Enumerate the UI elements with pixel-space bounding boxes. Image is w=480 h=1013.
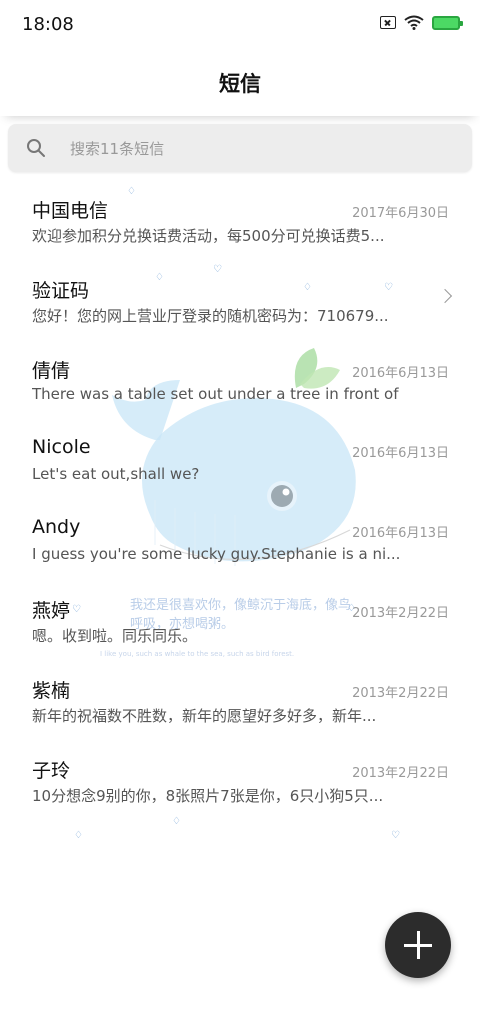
- message-date: 2013年2月22日: [352, 686, 449, 701]
- message-item[interactable]: 子玲 2013年2月22日 10分想念9别的你，8张照片7张是你，6只小狗5只.…: [0, 738, 480, 818]
- message-list: 中国电信 2017年6月30日 欢迎参加积分兑换话费活动，每500分可兑换话费5…: [0, 178, 480, 818]
- message-sender: 燕婷: [32, 600, 71, 622]
- message-date: 2013年2月22日: [352, 766, 449, 781]
- message-item[interactable]: 验证码 您好！您的网上营业厅登录的随机密码为：710679...: [0, 258, 480, 338]
- status-icons: [380, 15, 463, 30]
- message-sender: Andy: [32, 516, 81, 538]
- message-preview: 10分想念9别的你，8张照片7张是你，6只小狗5只...: [32, 787, 384, 805]
- message-preview: I guess you're some lucky guy.Stephanie …: [32, 545, 401, 563]
- message-preview: Let's eat out,shall we?: [32, 465, 200, 483]
- heart-doodle-icon: ♢: [74, 830, 83, 841]
- app-header: 短信: [0, 52, 480, 116]
- new-message-button[interactable]: [385, 912, 451, 978]
- search-icon: [27, 139, 45, 157]
- message-sender: 紫楠: [32, 680, 71, 702]
- message-sender: 中国电信: [32, 200, 109, 222]
- message-item[interactable]: 紫楠 2013年2月22日 新年的祝福数不胜数，新年的愿望好多好多，新年...: [0, 658, 480, 738]
- no-sim-icon: [380, 16, 396, 29]
- message-sender: Nicole: [32, 436, 91, 458]
- message-preview: 新年的祝福数不胜数，新年的愿望好多好多，新年...: [32, 707, 377, 725]
- message-date: 2013年2月22日: [352, 606, 449, 621]
- message-item[interactable]: Andy 2016年6月13日 I guess you're some luck…: [0, 498, 480, 578]
- message-date: 2016年6月13日: [352, 366, 449, 381]
- message-sender: 倩倩: [32, 360, 71, 382]
- message-preview: 您好！您的网上营业厅登录的随机密码为：710679...: [32, 307, 389, 325]
- message-sender: 验证码: [32, 280, 90, 302]
- status-bar: 18:08: [0, 0, 480, 52]
- search-bar[interactable]: 搜索11条短信: [8, 124, 472, 172]
- status-time: 18:08: [22, 14, 74, 35]
- message-date: 2016年6月13日: [352, 526, 449, 541]
- heart-doodle-icon: ♡: [391, 830, 400, 841]
- message-date: 2017年6月30日: [352, 206, 449, 221]
- search-placeholder[interactable]: 搜索11条短信: [70, 138, 164, 159]
- battery-icon: [432, 15, 463, 30]
- page-title: 短信: [219, 72, 261, 96]
- message-date: 2016年6月13日: [352, 446, 449, 461]
- message-item[interactable]: Nicole 2016年6月13日 Let's eat out,shall we…: [0, 418, 480, 498]
- message-preview: 嗯。收到啦。同乐同乐。: [32, 627, 198, 645]
- wifi-icon: [404, 15, 424, 30]
- message-item[interactable]: 倩倩 2016年6月13日 There was a table set out …: [0, 338, 480, 418]
- message-item[interactable]: 中国电信 2017年6月30日 欢迎参加积分兑换话费活动，每500分可兑换话费5…: [0, 178, 480, 258]
- message-sender: 子玲: [32, 760, 71, 782]
- chevron-right-icon[interactable]: [437, 288, 453, 304]
- message-preview: 欢迎参加积分兑换话费活动，每500分可兑换话费5...: [32, 227, 385, 245]
- message-preview: There was a table set out under a tree i…: [32, 385, 402, 403]
- message-item[interactable]: 燕婷 2013年2月22日 嗯。收到啦。同乐同乐。: [0, 578, 480, 658]
